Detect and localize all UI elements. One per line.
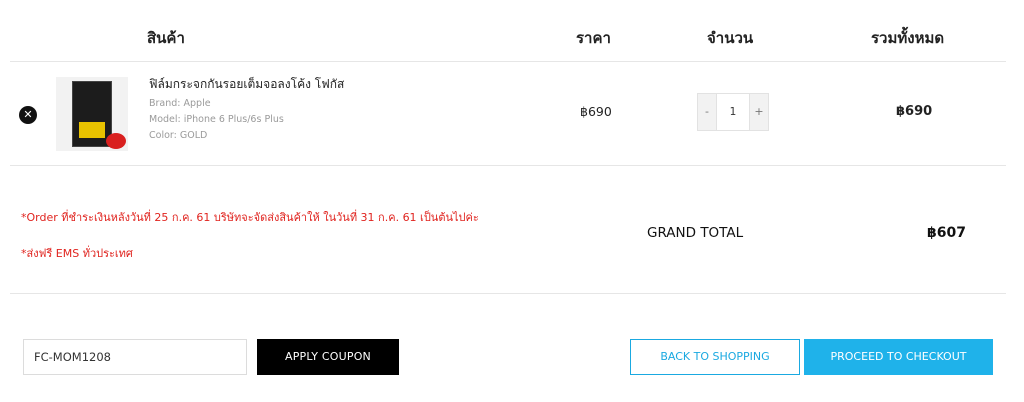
column-header-price: ราคา (576, 29, 611, 47)
product-model: Model: iPhone 6 Plus/6s Plus (149, 114, 284, 125)
item-line-total: ฿690 (896, 104, 933, 119)
proceed-to-checkout-button[interactable]: PROCEED TO CHECKOUT (804, 339, 993, 375)
shipping-note: *ส่งฟรี EMS ทั่วประเทศ (21, 247, 133, 260)
order-date-note: *Order ที่ชำระเงินหลังวันที่ 25 ก.ค. 61 … (21, 211, 479, 224)
product-brand: Brand: Apple (149, 98, 211, 109)
coupon-code-input[interactable] (23, 339, 247, 375)
header-divider (10, 61, 1006, 62)
grand-total-label: GRAND TOTAL (647, 225, 744, 241)
quantity-stepper: - + (697, 93, 769, 131)
column-header-product: สินค้า (147, 29, 185, 47)
product-badge-image (106, 133, 126, 149)
grand-total-value: ฿607 (927, 225, 966, 241)
column-header-quantity: จำนวน (707, 29, 754, 47)
product-color: Color: GOLD (149, 130, 208, 141)
qty-input[interactable] (716, 94, 750, 130)
remove-item-button[interactable]: ✕ (19, 106, 37, 124)
summary-divider (10, 293, 1006, 294)
x-circle-icon: ✕ (23, 108, 33, 121)
product-name[interactable]: ฟิล์มกระจกกันรอยเต็มจอลงโค้ง โฟกัส (149, 75, 344, 94)
item-divider (10, 165, 1006, 166)
column-header-total: รวมทั้งหมด (871, 29, 945, 47)
apply-coupon-button[interactable]: APPLY COUPON (257, 339, 399, 375)
qty-increase-button[interactable]: + (750, 94, 768, 130)
back-to-shopping-button[interactable]: BACK TO SHOPPING (630, 339, 800, 375)
item-price: ฿690 (580, 104, 612, 119)
qty-decrease-button[interactable]: - (698, 94, 716, 130)
product-thumbnail[interactable] (56, 77, 128, 151)
